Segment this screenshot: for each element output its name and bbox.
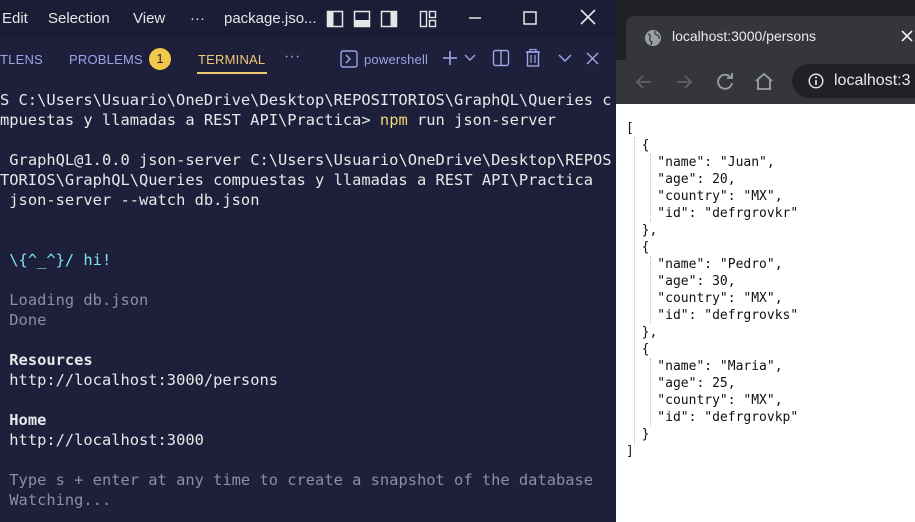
vscode-window: Edit Selection View ··· package.jso... T…	[0, 0, 616, 522]
terminal-line: GraphQL@1.0.0 json-server C:\Users\Usuar…	[0, 150, 612, 170]
terminal-line: Resources	[0, 350, 93, 370]
json-line: },	[626, 223, 658, 238]
url-text[interactable]: localhost:3	[834, 72, 911, 90]
active-tab-indicator	[197, 72, 267, 74]
terminal-line: mpuestas y llamadas a REST API\Practica>…	[0, 110, 556, 130]
terminal-line: S C:\Users\Usuario\OneDrive\Desktop\REPO…	[0, 91, 612, 109]
json-line: "name": "Maria",	[626, 359, 783, 374]
maximize-button[interactable]	[518, 7, 542, 29]
menu-more[interactable]: ···	[190, 10, 205, 27]
problems-count-badge: 1	[149, 48, 171, 70]
loading-text: Loading db.json	[9, 291, 149, 309]
json-line: "age": 30,	[626, 274, 736, 289]
tab-problems[interactable]: PROBLEMS	[69, 52, 143, 67]
json-line: "country": "MX",	[626, 393, 783, 408]
resources-link[interactable]: http://localhost:3000/persons	[9, 371, 278, 389]
json-line: [	[626, 121, 634, 136]
command-args: run json-server	[417, 111, 557, 129]
script-command-text: json-server --watch db.json	[9, 191, 260, 209]
terminal-line: Home	[0, 410, 46, 430]
menu-view[interactable]: View	[133, 10, 165, 27]
trash-icon[interactable]	[524, 48, 542, 68]
new-terminal-icon[interactable]	[441, 49, 459, 67]
json-line: "name": "Juan",	[626, 155, 775, 170]
prompt-text: mpuestas y llamadas a REST API\Practica>	[0, 111, 371, 129]
terminal-shell-icon	[340, 50, 358, 68]
reload-icon[interactable]	[713, 70, 737, 94]
terminal-line: TORIOS\GraphQL\Queries compuestas y llam…	[0, 171, 594, 189]
window-title: package.jso...	[224, 10, 317, 27]
browser-tab-title: localhost:3000/persons	[672, 28, 816, 44]
close-panel-icon[interactable]	[586, 52, 599, 65]
terminal-line: Loading db.json	[0, 290, 148, 310]
split-terminal-icon[interactable]	[492, 49, 510, 67]
menu-edit[interactable]: Edit	[2, 10, 28, 27]
terminal-line: Type s + enter at any time to create a s…	[0, 470, 593, 490]
toggle-secondary-sidebar-icon[interactable]	[380, 10, 398, 28]
terminal-line: http://localhost:3000	[0, 430, 204, 450]
minimize-button[interactable]	[463, 7, 487, 29]
json-line: "id": "defrgrovkr"	[626, 206, 799, 221]
done-text: Done	[9, 311, 47, 329]
json-line: {	[626, 240, 650, 255]
browser-window: localhost:3000/persons localhost:3 [ { "…	[616, 0, 915, 522]
panel-tab-bar: TLENS PROBLEMS 1 TERMINAL ··· powershell	[0, 38, 616, 82]
maximize-icon	[523, 11, 537, 25]
toggle-primary-sidebar-icon[interactable]	[326, 10, 344, 28]
json-line: "name": "Pedro",	[626, 257, 783, 272]
info-icon[interactable]	[808, 73, 824, 89]
toggle-panel-icon[interactable]	[353, 10, 371, 28]
minimize-icon	[469, 17, 481, 19]
globe-icon	[645, 30, 661, 46]
script-header-text: GraphQL@1.0.0 json-server C:\Users\Usuar…	[9, 151, 612, 169]
back-icon[interactable]	[632, 70, 656, 94]
close-icon[interactable]	[901, 30, 913, 42]
hi-banner: \{^_^}/ hi!	[9, 251, 112, 269]
terminal-line: \{^_^}/ hi!	[0, 250, 111, 270]
home-link[interactable]: http://localhost:3000	[9, 431, 204, 449]
home-heading: Home	[9, 411, 47, 429]
json-line: ]	[626, 444, 634, 459]
menu-selection[interactable]: Selection	[48, 10, 110, 27]
title-bar: Edit Selection View ··· package.jso...	[0, 0, 616, 38]
terminal-line: Watching...	[0, 490, 111, 510]
terminal-line: http://localhost:3000/persons	[0, 370, 278, 390]
json-line: "age": 20,	[626, 172, 736, 187]
json-line: {	[626, 138, 650, 153]
maximize-panel-chevron-icon[interactable]	[558, 53, 572, 63]
npm-command: npm	[379, 111, 408, 129]
resources-heading: Resources	[9, 351, 93, 369]
snapshot-hint: Type s + enter at any time to create a s…	[9, 471, 594, 489]
json-line: "age": 25,	[626, 376, 736, 391]
json-line: "country": "MX",	[626, 291, 783, 306]
customize-layout-icon[interactable]	[419, 10, 437, 28]
tab-terminal[interactable]: TERMINAL	[198, 52, 265, 67]
tab-gitlens[interactable]: TLENS	[0, 52, 43, 67]
json-line: "id": "defrgrovks"	[626, 308, 799, 323]
terminal-line: json-server --watch db.json	[0, 190, 259, 210]
close-window-button[interactable]	[576, 7, 600, 29]
json-line: },	[626, 325, 658, 340]
watching-text: Watching...	[9, 491, 112, 509]
shell-name[interactable]: powershell	[364, 52, 428, 67]
json-line: "id": "defrgrovkp"	[626, 410, 799, 425]
json-line: "country": "MX",	[626, 189, 783, 204]
panel-more-button[interactable]: ···	[284, 48, 301, 66]
close-icon	[580, 9, 596, 25]
json-line: }	[626, 427, 650, 442]
forward-icon[interactable]	[672, 70, 696, 94]
terminal-line: Done	[0, 310, 46, 330]
json-line: {	[626, 342, 650, 357]
home-icon[interactable]	[752, 70, 776, 94]
chevron-down-icon[interactable]	[464, 53, 476, 63]
